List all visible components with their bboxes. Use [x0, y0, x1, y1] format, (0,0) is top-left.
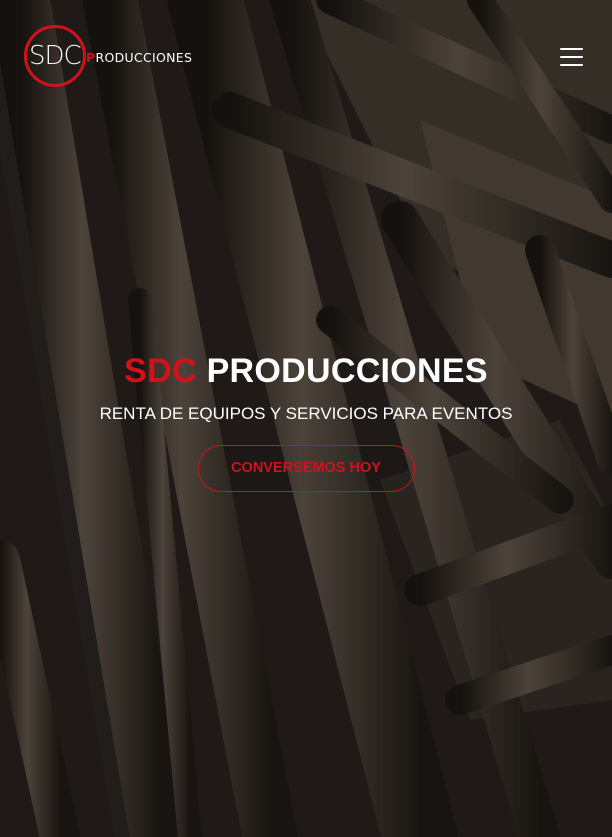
- hero-title-main: PRODUCCIONES: [206, 352, 488, 390]
- hero-title: SDC PRODUCCIONES: [0, 348, 612, 394]
- logo-wordmark-rest: RODUCCIONES: [95, 50, 193, 65]
- site-header: SDC PRODUCCIONES: [0, 0, 612, 120]
- hamburger-menu-icon[interactable]: [556, 44, 588, 70]
- hero-content: SDC PRODUCCIONES RENTA DE EQUIPOS Y SERV…: [0, 348, 612, 492]
- logo-mark: SDC: [29, 41, 82, 71]
- hero-subtitle: RENTA DE EQUIPOS Y SERVICIOS PARA EVENTO…: [99, 404, 513, 423]
- logo-wordmark: PRODUCCIONES: [86, 51, 192, 65]
- conversemos-hoy-button[interactable]: CONVERSEMOS HOY: [197, 445, 415, 492]
- hero-section: SDC PRODUCCIONES SDC PRODUCCIONES RENTA …: [0, 0, 612, 837]
- hero-title-accent: SDC: [124, 352, 197, 390]
- sdc-logo[interactable]: SDC PRODUCCIONES: [24, 25, 214, 95]
